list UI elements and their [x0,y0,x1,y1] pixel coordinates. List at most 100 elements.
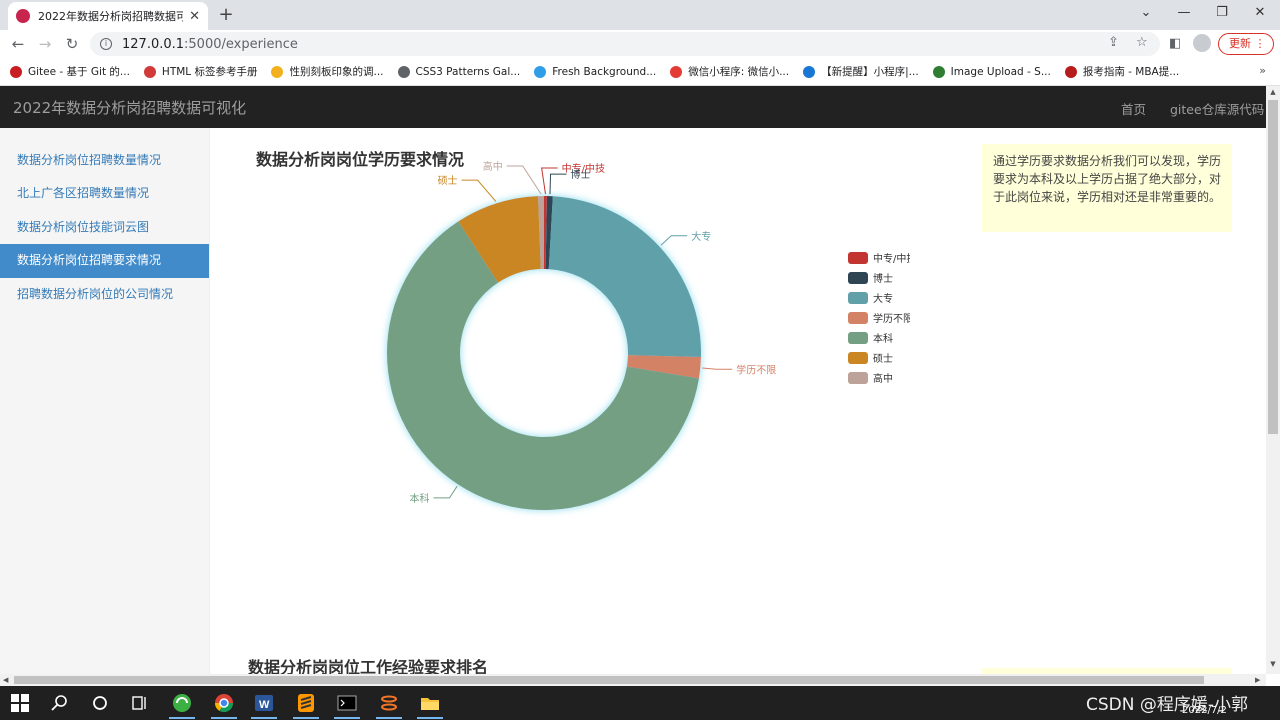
chrome-icon[interactable] [214,693,234,713]
jupyter-icon[interactable] [379,693,399,713]
sublime-text-icon[interactable] [296,693,316,713]
legend-label[interactable]: 硕士 [873,352,893,365]
legend-swatch[interactable] [848,332,868,344]
bookmark-item[interactable]: Gitee - 基于 Git 的... [10,64,130,79]
experience-chart-title: 数据分析岗岗位工作经验要求排名 [248,658,489,674]
word-icon[interactable]: W [254,693,274,713]
site-info-icon[interactable]: i [100,38,112,50]
legend-label[interactable]: 中专/中技 [873,252,910,265]
bookmarks-overflow-icon[interactable]: » [1259,64,1266,77]
taskbar-indicator [334,717,360,719]
legend-label[interactable]: 本科 [873,332,893,345]
side-panel-icon[interactable]: ◧ [1169,36,1181,51]
windows-start-icon[interactable] [10,693,30,713]
tray-date: 2022/7/2 [1182,705,1227,716]
slice-leader-line [660,235,688,246]
horizontal-scrollbar[interactable]: ◀ ▶ [0,674,1266,686]
update-button[interactable]: 更新 ⋮ [1218,33,1274,55]
sidebar-item[interactable]: 数据分析岗位技能词云图 [0,211,209,244]
browser-360-icon[interactable] [172,693,192,713]
sidebar: 数据分析岗位招聘数量情况 北上广各区招聘数量情况 数据分析岗位技能词云图 数据分析岗位… [0,128,210,674]
reload-icon[interactable]: ↻ [63,35,81,53]
bookmark-star-icon[interactable]: ☆ [1136,35,1148,50]
tab-search-icon[interactable]: ⌄ [1136,5,1156,20]
wechat-mp-icon [670,65,683,78]
legend-swatch[interactable] [848,272,868,284]
profile-avatar-icon[interactable] [1193,34,1211,52]
bookmark-item[interactable]: 微信小程序: 微信小... [670,64,789,79]
legend-label[interactable]: 学历不限 [873,312,910,325]
gitee-icon [10,65,22,78]
star-bookmark-icon [271,65,284,78]
scroll-up-icon[interactable]: ▲ [1266,88,1280,96]
slice-label: 博士 [571,168,591,181]
vertical-scrollbar[interactable]: ▲ ▼ [1266,86,1280,674]
globe-icon [397,65,410,78]
tab-title: 2022年数据分析岗招聘数据可视 [38,10,184,23]
legend-swatch[interactable] [848,312,868,324]
taskbar-search-icon[interactable] [50,693,70,713]
tab-close-icon[interactable]: ✕ [189,9,200,24]
bookmarks-bar: Gitee - 基于 Git 的... HTML 标签参考手册 性别刻板印象的调..… [0,58,1280,86]
file-explorer-icon[interactable] [420,693,440,713]
bookmark-item[interactable]: HTML 标签参考手册 [143,64,257,79]
forward-icon[interactable]: → [36,35,54,53]
legend-label[interactable]: 大专 [873,292,893,305]
horizontal-scroll-thumb[interactable] [14,676,1204,684]
scroll-down-icon[interactable]: ▼ [1266,660,1280,668]
cortana-icon[interactable] [90,693,110,713]
bookmark-label: Fresh Background... [552,65,657,78]
nav-repo-link[interactable]: gitee仓库源代码 [1170,99,1264,118]
maximize-icon[interactable]: ❐ [1212,5,1232,20]
slice-leader-line [461,179,497,202]
sidebar-item[interactable]: 北上广各区招聘数量情况 [0,177,209,210]
terminal-icon[interactable] [337,693,357,713]
bookmark-label: Gitee - 基于 Git 的... [28,66,130,78]
bookmark-item[interactable]: Fresh Background... [534,65,657,78]
window-close-icon[interactable]: ✕ [1250,5,1270,20]
app-brand[interactable]: 2022年数据分析岗招聘数据可视化 [13,97,246,118]
slice-label: 硕士 [438,174,458,187]
new-tab-icon[interactable]: + [216,4,236,25]
bookmark-label: 【新提醒】小程序|... [821,66,919,78]
donut-slice[interactable] [548,196,701,357]
slice-leader-line [549,173,567,195]
task-view-icon[interactable] [130,693,150,713]
vertical-scroll-thumb[interactable] [1268,100,1278,434]
education-donut-chart: 中专/中技博士大专学历不限本科硕士高中 中专/中技博士大专学历不限本科硕士高中 [386,160,910,510]
bookmark-item[interactable]: 性别刻板印象的调... [271,64,384,79]
scroll-left-icon[interactable]: ◀ [3,674,8,686]
bookmark-label: 微信小程序: 微信小... [688,66,790,78]
legend-label[interactable]: 高中 [873,372,893,385]
bookmark-item[interactable]: Image Upload - S... [932,65,1051,78]
bar-chart-icon [932,65,945,78]
legend-swatch[interactable] [848,352,868,364]
svg-text:W: W [259,699,270,711]
scroll-right-icon[interactable]: ▶ [1255,674,1260,686]
omnibox[interactable]: i 127.0.0.1:5000/experience [90,32,1160,56]
sidebar-item[interactable]: 招聘数据分析岗位的公司情况 [0,278,209,311]
legend-label[interactable]: 博士 [873,272,893,285]
share-icon[interactable]: ⇪ [1108,35,1119,50]
legend-swatch[interactable] [848,292,868,304]
taskbar-indicator-active [211,717,237,719]
slice-label: 高中 [483,160,503,173]
minimize-icon[interactable]: — [1174,5,1194,20]
sidebar-item[interactable]: 数据分析岗位招聘数量情况 [0,144,209,177]
nav-home-link[interactable]: 首页 [1121,99,1146,118]
slice-leader-line [433,485,458,499]
sidebar-item[interactable]: 数据分析岗位招聘要求情况 [0,244,209,278]
legend-swatch[interactable] [848,252,868,264]
bookmark-item[interactable]: 【新提醒】小程序|... [803,64,919,79]
browser-tab[interactable]: 2022年数据分析岗招聘数据可视 ✕ [8,2,208,30]
app-navbar: 2022年数据分析岗招聘数据可视化 首页 gitee仓库源代码 [0,86,1266,128]
bookmark-label: Image Upload - S... [950,65,1051,78]
url-text[interactable]: 127.0.0.1:5000/experience [122,37,298,52]
mba-icon [1064,65,1077,78]
html-ref-icon [143,65,156,78]
legend-swatch[interactable] [848,372,868,384]
back-icon[interactable]: ← [9,35,27,53]
bookmark-item[interactable]: CSS3 Patterns Gal... [397,65,520,78]
bookmark-item[interactable]: 报考指南 - MBA提... [1064,64,1179,79]
taskbar-indicator [169,717,195,719]
